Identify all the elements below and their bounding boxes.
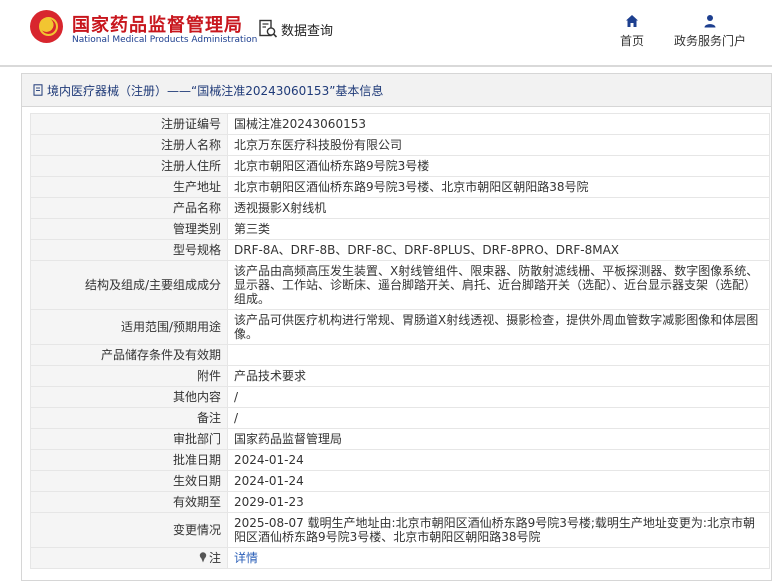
table-row: 生效日期 2024-01-24 (30, 470, 770, 492)
data-query-link[interactable]: 数据查询 (258, 19, 333, 39)
org-name-cn: 国家药品监督管理局 (72, 15, 243, 36)
field-label: 附件 (30, 365, 228, 387)
nav-service-label: 政务服务门户 (674, 34, 747, 48)
table-row: 管理类别 第三类 (30, 218, 770, 240)
field-label: 有效期至 (30, 491, 228, 513)
record-table: 注册证编号 国械注准20243060153 注册人名称 北京万东医疗科技股份有限… (30, 113, 770, 569)
field-label: 生效日期 (30, 470, 228, 492)
field-value: 国械注准20243060153 (227, 113, 770, 135)
field-label: 产品储存条件及有效期 (30, 344, 228, 366)
home-icon (626, 15, 638, 27)
table-row: 注册证编号 国械注准20243060153 (30, 113, 770, 135)
field-value: 该产品可供医疗机构进行常规、胃肠道X射线透视、摄影检查，提供外周血管数字减影图像… (227, 309, 770, 345)
table-row: 其他内容 / (30, 386, 770, 408)
data-query-label: 数据查询 (281, 23, 334, 39)
table-row: 有效期至 2029-01-23 (30, 491, 770, 513)
pin-icon (199, 552, 207, 563)
field-label: 审批部门 (30, 428, 228, 450)
field-value (227, 344, 770, 366)
table-row: 批准日期 2024-01-24 (30, 449, 770, 471)
nav-home[interactable]: 首页 (620, 14, 644, 49)
table-row: 审批部门 国家药品监督管理局 (30, 428, 770, 450)
table-row: 产品储存条件及有效期 (30, 344, 770, 366)
field-value: 北京万东医疗科技股份有限公司 (227, 134, 770, 156)
table-row: 型号规格 DRF-8A、DRF-8B、DRF-8C、DRF-8PLUS、DRF-… (30, 239, 770, 261)
field-value: 北京市朝阳区酒仙桥东路9号院3号楼、北京市朝阳区朝阳路38号院 (227, 176, 770, 198)
panel-title: 境内医疗器械（注册）——“国械注准20243060153”基本信息 (47, 83, 384, 98)
field-value: 2025-08-07 载明生产地址由:北京市朝阳区酒仙桥东路9号院3号楼;载明生… (227, 512, 770, 548)
table-row: 附件 产品技术要求 (30, 365, 770, 387)
field-value: DRF-8A、DRF-8B、DRF-8C、DRF-8PLUS、DRF-8PRO、… (227, 239, 770, 261)
field-label: 注 (208, 551, 221, 565)
table-row: 变更情况 2025-08-07 载明生产地址由:北京市朝阳区酒仙桥东路9号院3号… (30, 512, 770, 548)
site-header: 国家药品监督管理局 National Medical Products Admi… (0, 0, 772, 66)
panel-header: 境内医疗器械（注册）——“国械注准20243060153”基本信息 (22, 74, 771, 107)
field-value: 北京市朝阳区酒仙桥东路9号院3号楼 (227, 155, 770, 177)
table-row: 备注 / (30, 407, 770, 429)
table-row: 结构及组成/主要组成成分 该产品由高频高压发生装置、X射线管组件、限束器、防散射… (30, 260, 770, 310)
field-value: 2029-01-23 (227, 491, 770, 513)
header-divider (0, 65, 772, 67)
field-label: 适用范围/预期用途 (30, 309, 228, 345)
nav-service-portal[interactable]: 政务服务门户 (674, 14, 746, 49)
user-icon (704, 15, 716, 28)
field-label: 注册证编号 (30, 113, 228, 135)
field-value: 2024-01-24 (227, 470, 770, 492)
field-value: / (227, 386, 770, 408)
table-row: 注册人住所 北京市朝阳区酒仙桥东路9号院3号楼 (30, 155, 770, 177)
field-value: 2024-01-24 (227, 449, 770, 471)
field-value: 第三类 (227, 218, 770, 240)
field-label: 管理类别 (30, 218, 228, 240)
field-value: 该产品由高频高压发生装置、X射线管组件、限束器、防散射滤线栅、平板探测器、数字图… (227, 260, 770, 310)
nav-home-label: 首页 (620, 34, 645, 48)
table-row: 注册人名称 北京万东医疗科技股份有限公司 (30, 134, 770, 156)
field-value: 透视摄影X射线机 (227, 197, 770, 219)
field-label: 变更情况 (30, 512, 228, 548)
field-label: 结构及组成/主要组成成分 (30, 260, 228, 310)
record-panel: 境内医疗器械（注册）——“国械注准20243060153”基本信息 注册证编号 … (21, 73, 772, 581)
note-label-cell: 注 (30, 547, 228, 569)
table-row: 注 详情 (30, 547, 770, 569)
document-icon (33, 84, 43, 96)
field-label: 型号规格 (30, 239, 228, 261)
details-link[interactable]: 详情 (234, 551, 258, 565)
field-value: 产品技术要求 (227, 365, 770, 387)
field-label: 注册人名称 (30, 134, 228, 156)
field-label: 产品名称 (30, 197, 228, 219)
table-row: 生产地址 北京市朝阳区酒仙桥东路9号院3号楼、北京市朝阳区朝阳路38号院 (30, 176, 770, 198)
field-label: 生产地址 (30, 176, 228, 198)
org-name-en: National Medical Products Administration (72, 35, 258, 45)
table-row: 适用范围/预期用途 该产品可供医疗机构进行常规、胃肠道X射线透视、摄影检查，提供… (30, 309, 770, 345)
field-label: 备注 (30, 407, 228, 429)
table-row: 产品名称 透视摄影X射线机 (30, 197, 770, 219)
field-value: / (227, 407, 770, 429)
field-value: 详情 (227, 547, 770, 569)
field-value: 国家药品监督管理局 (227, 428, 770, 450)
magnifier-document-icon (259, 19, 278, 38)
field-label: 注册人住所 (30, 155, 228, 177)
field-label: 其他内容 (30, 386, 228, 408)
field-label: 批准日期 (30, 449, 228, 471)
emblem-icon (30, 10, 63, 43)
